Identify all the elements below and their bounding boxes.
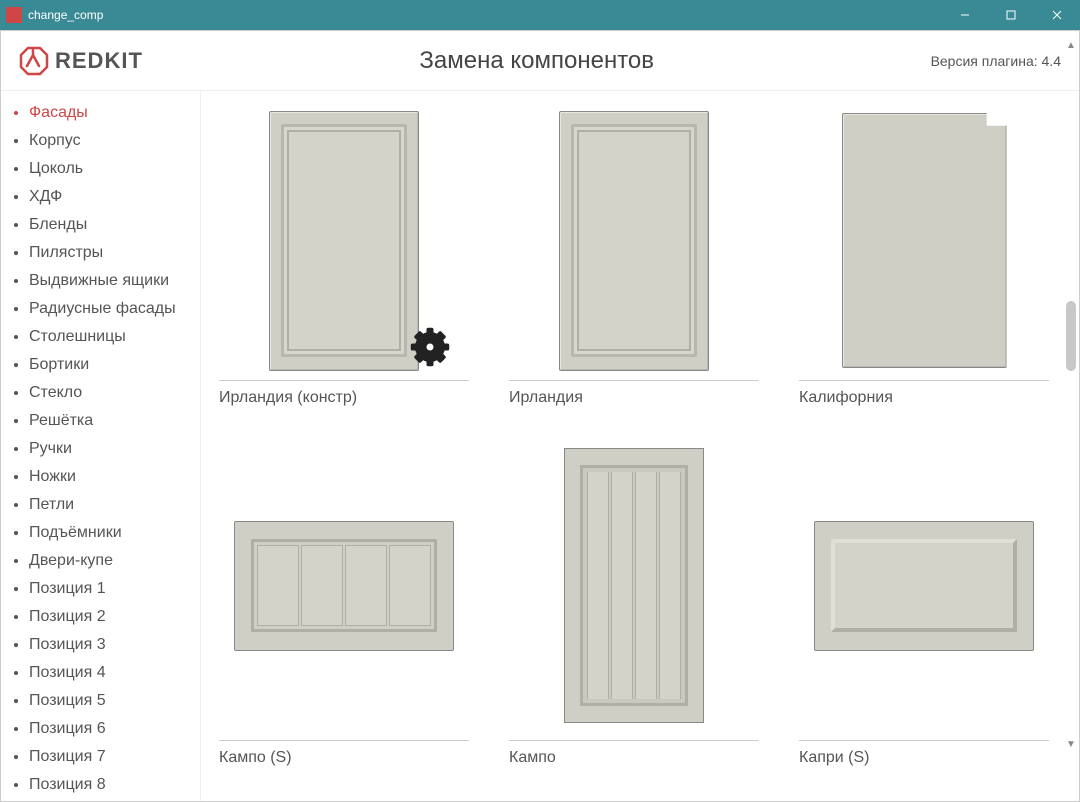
component-card[interactable]: Ирландия <box>509 101 759 411</box>
sidebar: ФасадыКорпусЦокольХДФБлендыПилястрыВыдви… <box>1 91 201 801</box>
sidebar-item[interactable]: Цоколь <box>29 155 200 183</box>
sidebar-item[interactable]: Радиусные фасады <box>29 295 200 323</box>
component-card[interactable]: Капри (S) <box>799 431 1049 771</box>
scroll-thumb[interactable] <box>1066 301 1076 371</box>
sidebar-item[interactable]: Позиция 2 <box>29 603 200 631</box>
sidebar-item[interactable]: Фасады <box>29 99 200 127</box>
card-label: Капри (S) <box>799 741 1049 771</box>
window-title: change_comp <box>28 8 103 22</box>
app-icon <box>6 7 22 23</box>
component-card[interactable]: Кампо (S) <box>219 431 469 771</box>
page-title: Замена компонентов <box>143 47 931 75</box>
logo-text: REDKIT <box>55 48 143 74</box>
minimize-button[interactable] <box>942 0 988 30</box>
component-card[interactable]: Кампо <box>509 431 759 771</box>
component-card[interactable]: Калифорния <box>799 101 1049 411</box>
logo-icon <box>19 46 49 76</box>
card-label: Ирландия <box>509 381 759 411</box>
sidebar-item[interactable]: Позиция 5 <box>29 687 200 715</box>
content-area: Ирландия (констр) Ирландия Калифорния <box>201 91 1079 801</box>
logo: REDKIT <box>19 46 143 76</box>
close-button[interactable] <box>1034 0 1080 30</box>
sidebar-item[interactable]: Выдвижные ящики <box>29 267 200 295</box>
sidebar-item[interactable]: Стекло <box>29 379 200 407</box>
sidebar-item[interactable]: Позиция 8 <box>29 771 200 799</box>
card-label: Ирландия (констр) <box>219 381 469 411</box>
sidebar-item[interactable]: Бортики <box>29 351 200 379</box>
scrollbar[interactable]: ▲ ▼ <box>1064 40 1078 750</box>
header: REDKIT Замена компонентов Версия плагина… <box>1 31 1079 91</box>
sidebar-item[interactable]: Ручки <box>29 435 200 463</box>
sidebar-item[interactable]: Столешницы <box>29 323 200 351</box>
maximize-button[interactable] <box>988 0 1034 30</box>
sidebar-item[interactable]: Корпус <box>29 127 200 155</box>
card-label: Кампо <box>509 741 759 771</box>
sidebar-item[interactable]: Решётка <box>29 407 200 435</box>
scroll-up-icon[interactable]: ▲ <box>1066 40 1076 51</box>
sidebar-item[interactable]: Позиция 7 <box>29 743 200 771</box>
scroll-down-icon[interactable]: ▼ <box>1066 739 1076 750</box>
sidebar-item[interactable]: Петли <box>29 491 200 519</box>
sidebar-item[interactable]: Позиция 1 <box>29 575 200 603</box>
card-label: Кампо (S) <box>219 741 469 771</box>
card-label: Калифорния <box>799 381 1049 411</box>
sidebar-item[interactable]: Позиция 6 <box>29 715 200 743</box>
app-frame: REDKIT Замена компонентов Версия плагина… <box>0 30 1080 802</box>
sidebar-item[interactable]: Позиция 4 <box>29 659 200 687</box>
sidebar-item[interactable]: Позиция 3 <box>29 631 200 659</box>
sidebar-item[interactable]: Подъёмники <box>29 519 200 547</box>
sidebar-item[interactable]: Бленды <box>29 211 200 239</box>
sidebar-item[interactable]: Пилястры <box>29 239 200 267</box>
gear-icon[interactable] <box>409 326 451 368</box>
sidebar-item[interactable]: Ножки <box>29 463 200 491</box>
sidebar-item[interactable]: Двери-купе <box>29 547 200 575</box>
version-label: Версия плагина: 4.4 <box>931 53 1061 69</box>
sidebar-item[interactable]: ХДФ <box>29 183 200 211</box>
component-card[interactable]: Ирландия (констр) <box>219 101 469 411</box>
sidebar-item[interactable]: Позиция 9 <box>29 799 200 801</box>
titlebar: change_comp <box>0 0 1080 30</box>
